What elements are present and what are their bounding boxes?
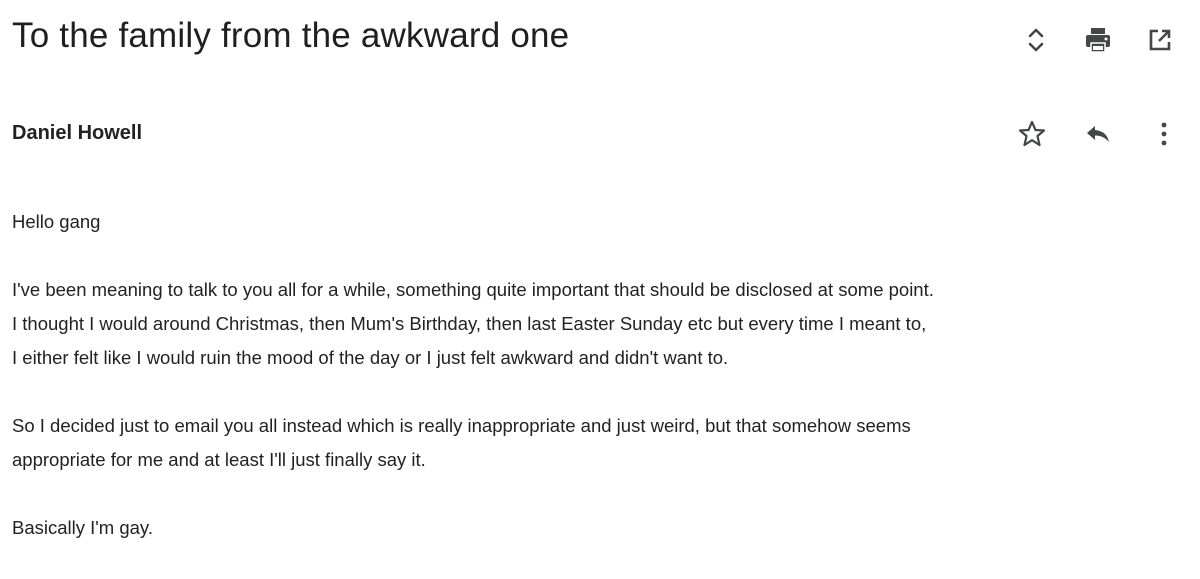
reply-icon[interactable]	[1080, 116, 1116, 152]
sender-row: Daniel Howell	[0, 112, 1200, 156]
header-actions	[1018, 22, 1178, 58]
open-in-new-window-icon[interactable]	[1142, 22, 1178, 58]
email-body: Hello gang I've been meaning to talk to …	[12, 205, 1192, 579]
email-paragraph: I've been meaning to talk to you all for…	[12, 279, 934, 368]
sender-name: Daniel Howell	[12, 122, 143, 144]
email-subject: To the family from the awkward one	[12, 16, 570, 55]
email-greeting: Hello gang	[12, 211, 101, 232]
email-paragraph: Basically I'm gay.	[12, 517, 153, 538]
more-options-icon[interactable]	[1146, 116, 1182, 152]
message-actions	[1014, 116, 1182, 152]
star-icon[interactable]	[1014, 116, 1050, 152]
print-icon[interactable]	[1080, 22, 1116, 58]
email-paragraph: So I decided just to email you all inste…	[12, 415, 911, 470]
expand-collapse-icon[interactable]	[1018, 22, 1054, 58]
subject-row: To the family from the awkward one	[0, 0, 1200, 80]
